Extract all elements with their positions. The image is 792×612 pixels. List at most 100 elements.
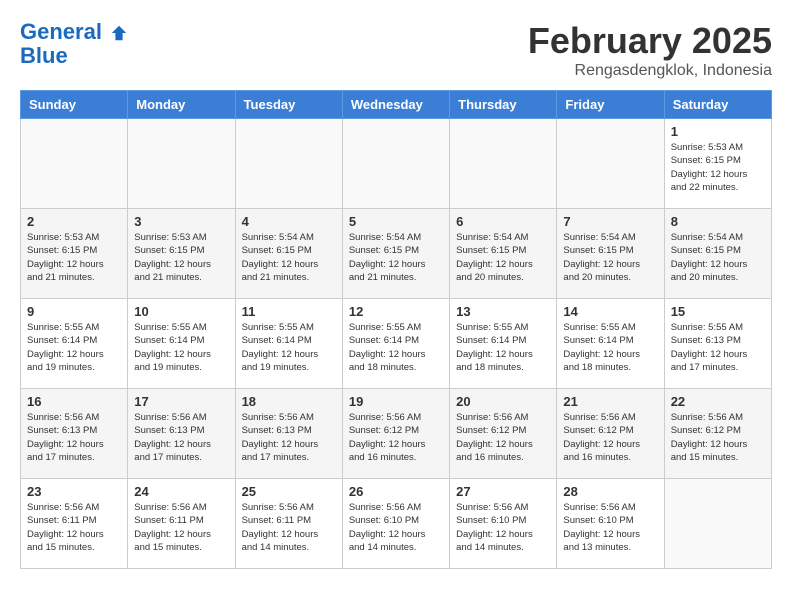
day-cell <box>21 119 128 209</box>
day-info: Sunrise: 5:56 AM Sunset: 6:11 PM Dayligh… <box>27 501 121 554</box>
day-cell <box>664 479 771 569</box>
day-number: 3 <box>134 214 228 229</box>
day-info: Sunrise: 5:54 AM Sunset: 6:15 PM Dayligh… <box>671 231 765 284</box>
day-number: 13 <box>456 304 550 319</box>
day-cell: 13Sunrise: 5:55 AM Sunset: 6:14 PM Dayli… <box>450 299 557 389</box>
day-cell <box>450 119 557 209</box>
day-info: Sunrise: 5:56 AM Sunset: 6:10 PM Dayligh… <box>563 501 657 554</box>
day-cell: 2Sunrise: 5:53 AM Sunset: 6:15 PM Daylig… <box>21 209 128 299</box>
day-info: Sunrise: 5:55 AM Sunset: 6:14 PM Dayligh… <box>349 321 443 374</box>
day-info: Sunrise: 5:54 AM Sunset: 6:15 PM Dayligh… <box>349 231 443 284</box>
day-number: 24 <box>134 484 228 499</box>
day-cell: 22 Sunrise: 5:56 AM Sunset: 6:12 PM Dayli… <box>664 389 771 479</box>
day-info: Sunrise: 5:55 AM Sunset: 6:13 PM Dayligh… <box>671 321 765 374</box>
header-thursday: Thursday <box>450 91 557 119</box>
day-info: Sunrise: 5:55 AM Sunset: 6:14 PM Dayligh… <box>27 321 121 374</box>
day-cell: 9 Sunrise: 5:55 AM Sunset: 6:14 PM Daylig… <box>21 299 128 389</box>
day-number: 4 <box>242 214 336 229</box>
day-info: Sunrise: 5:54 AM Sunset: 6:15 PM Dayligh… <box>456 231 550 284</box>
day-cell: 23 Sunrise: 5:56 AM Sunset: 6:11 PM Dayli… <box>21 479 128 569</box>
day-cell: 16 Sunrise: 5:56 AM Sunset: 6:13 PM Dayli… <box>21 389 128 479</box>
day-info: Sunrise: 5:56 AM Sunset: 6:12 PM Dayligh… <box>671 411 765 464</box>
day-number: 11 <box>242 304 336 319</box>
week-row-3: 9 Sunrise: 5:55 AM Sunset: 6:14 PM Daylig… <box>21 299 772 389</box>
day-number: 28 <box>563 484 657 499</box>
day-number: 17 <box>134 394 228 409</box>
page-header: General Blue February 2025 Rengasdengklo… <box>20 20 772 80</box>
day-cell: 24Sunrise: 5:56 AM Sunset: 6:11 PM Dayli… <box>128 479 235 569</box>
logo-icon <box>110 24 128 42</box>
day-info: Sunrise: 5:56 AM Sunset: 6:13 PM Dayligh… <box>27 411 121 464</box>
logo: General Blue <box>20 20 128 68</box>
day-info: Sunrise: 5:56 AM Sunset: 6:10 PM Dayligh… <box>349 501 443 554</box>
day-number: 23 <box>27 484 121 499</box>
day-number: 5 <box>349 214 443 229</box>
day-cell: 19 Sunrise: 5:56 AM Sunset: 6:12 PM Dayli… <box>342 389 449 479</box>
day-cell: 10 Sunrise: 5:55 AM Sunset: 6:14 PM Dayli… <box>128 299 235 389</box>
day-info: Sunrise: 5:56 AM Sunset: 6:11 PM Dayligh… <box>242 501 336 554</box>
day-cell: 6 Sunrise: 5:54 AM Sunset: 6:15 PM Daylig… <box>450 209 557 299</box>
day-cell: 4Sunrise: 5:54 AM Sunset: 6:15 PM Daylig… <box>235 209 342 299</box>
day-cell: 3 Sunrise: 5:53 AM Sunset: 6:15 PM Daylig… <box>128 209 235 299</box>
day-number: 2 <box>27 214 121 229</box>
day-cell <box>342 119 449 209</box>
day-cell: 7 Sunrise: 5:54 AM Sunset: 6:15 PM Daylig… <box>557 209 664 299</box>
month-title: February 2025 <box>528 20 772 62</box>
header-tuesday: Tuesday <box>235 91 342 119</box>
day-cell: 5 Sunrise: 5:54 AM Sunset: 6:15 PM Daylig… <box>342 209 449 299</box>
day-cell: 20Sunrise: 5:56 AM Sunset: 6:12 PM Dayli… <box>450 389 557 479</box>
week-row-4: 16 Sunrise: 5:56 AM Sunset: 6:13 PM Dayli… <box>21 389 772 479</box>
day-info: Sunrise: 5:56 AM Sunset: 6:12 PM Dayligh… <box>349 411 443 464</box>
day-info: Sunrise: 5:55 AM Sunset: 6:14 PM Dayligh… <box>134 321 228 374</box>
header-sunday: Sunday <box>21 91 128 119</box>
day-number: 27 <box>456 484 550 499</box>
day-cell: 21 Sunrise: 5:56 AM Sunset: 6:12 PM Dayli… <box>557 389 664 479</box>
day-number: 18 <box>242 394 336 409</box>
day-cell <box>128 119 235 209</box>
day-number: 25 <box>242 484 336 499</box>
logo-blue: Blue <box>20 44 128 68</box>
day-number: 10 <box>134 304 228 319</box>
day-info: Sunrise: 5:54 AM Sunset: 6:15 PM Dayligh… <box>563 231 657 284</box>
week-row-5: 23 Sunrise: 5:56 AM Sunset: 6:11 PM Dayli… <box>21 479 772 569</box>
day-number: 21 <box>563 394 657 409</box>
day-number: 8 <box>671 214 765 229</box>
calendar-table: SundayMondayTuesdayWednesdayThursdayFrid… <box>20 90 772 569</box>
day-number: 9 <box>27 304 121 319</box>
day-number: 6 <box>456 214 550 229</box>
day-cell: 17 Sunrise: 5:56 AM Sunset: 6:13 PM Dayli… <box>128 389 235 479</box>
day-info: Sunrise: 5:55 AM Sunset: 6:14 PM Dayligh… <box>563 321 657 374</box>
day-number: 7 <box>563 214 657 229</box>
day-cell: 14 Sunrise: 5:55 AM Sunset: 6:14 PM Dayli… <box>557 299 664 389</box>
day-number: 20 <box>456 394 550 409</box>
day-cell: 15 Sunrise: 5:55 AM Sunset: 6:13 PM Dayli… <box>664 299 771 389</box>
title-block: February 2025 Rengasdengklok, Indonesia <box>528 20 772 80</box>
day-cell <box>557 119 664 209</box>
day-cell: 8 Sunrise: 5:54 AM Sunset: 6:15 PM Daylig… <box>664 209 771 299</box>
day-info: Sunrise: 5:56 AM Sunset: 6:12 PM Dayligh… <box>563 411 657 464</box>
location: Rengasdengklok, Indonesia <box>528 62 772 80</box>
day-number: 1 <box>671 124 765 139</box>
day-number: 22 <box>671 394 765 409</box>
day-info: Sunrise: 5:56 AM Sunset: 6:13 PM Dayligh… <box>242 411 336 464</box>
day-cell: 25 Sunrise: 5:56 AM Sunset: 6:11 PM Dayli… <box>235 479 342 569</box>
header-friday: Friday <box>557 91 664 119</box>
day-number: 19 <box>349 394 443 409</box>
day-number: 14 <box>563 304 657 319</box>
day-cell: 28 Sunrise: 5:56 AM Sunset: 6:10 PM Dayli… <box>557 479 664 569</box>
week-row-2: 2 Sunrise: 5:53 AM Sunset: 6:15 PM Daylig… <box>21 209 772 299</box>
day-cell: 1Sunrise: 5:53 AM Sunset: 6:15 PM Daylig… <box>664 119 771 209</box>
day-info: Sunrise: 5:56 AM Sunset: 6:10 PM Dayligh… <box>456 501 550 554</box>
day-cell: 26 Sunrise: 5:56 AM Sunset: 6:10 PM Dayli… <box>342 479 449 569</box>
day-info: Sunrise: 5:53 AM Sunset: 6:15 PM Dayligh… <box>134 231 228 284</box>
day-number: 16 <box>27 394 121 409</box>
header-wednesday: Wednesday <box>342 91 449 119</box>
day-cell: 11Sunrise: 5:55 AM Sunset: 6:14 PM Dayli… <box>235 299 342 389</box>
header-row: SundayMondayTuesdayWednesdayThursdayFrid… <box>21 91 772 119</box>
day-number: 12 <box>349 304 443 319</box>
day-info: Sunrise: 5:56 AM Sunset: 6:13 PM Dayligh… <box>134 411 228 464</box>
day-number: 26 <box>349 484 443 499</box>
day-cell: 27 Sunrise: 5:56 AM Sunset: 6:10 PM Dayli… <box>450 479 557 569</box>
day-number: 15 <box>671 304 765 319</box>
day-cell <box>235 119 342 209</box>
